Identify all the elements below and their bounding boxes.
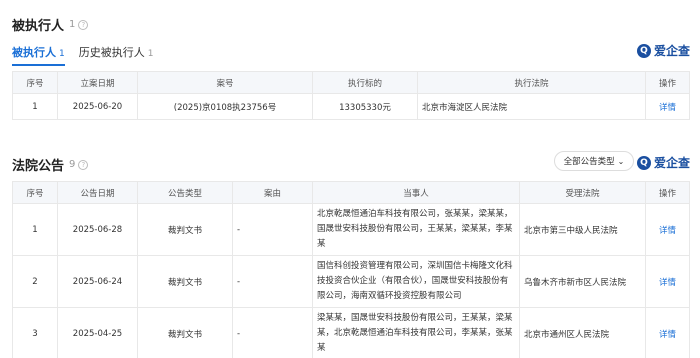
case-number: (2025)京0108执23756号: [137, 93, 313, 120]
col-header: 案由: [232, 181, 313, 204]
notices-section-title: 法院公告 9 ?: [12, 155, 89, 174]
notice-type: 裁判文书: [137, 307, 233, 358]
help-icon[interactable]: ?: [78, 19, 89, 30]
notice-type: 裁判文书: [137, 203, 233, 256]
row-number: 1: [12, 93, 58, 120]
filing-date: 2025-06-20: [57, 93, 138, 120]
table-header-row: 序号 公告日期 公告类型 案由 当事人 受理法院 操作: [12, 181, 690, 204]
parties: 梁某某，国晟世安科技股份有限公司，王某某，梁某某，北京乾晟恒通泊车科技有限公司，…: [312, 307, 520, 358]
table-row: 1 2025-06-28 裁判文书 - 北京乾晟恒通泊车科技有限公司，张某某，梁…: [12, 203, 690, 256]
col-header: 公告日期: [57, 181, 138, 204]
col-header: 操作: [645, 71, 690, 94]
dropdown-value: 全部公告类型: [563, 157, 615, 167]
col-header: 公告类型: [137, 181, 233, 204]
executed-count: 1: [69, 19, 76, 30]
col-header: 立案日期: [57, 71, 138, 94]
tab-count: 1: [147, 49, 154, 59]
notice-date: 2025-06-24: [57, 255, 138, 308]
logo-text: 爱企查: [653, 156, 690, 170]
tab-executed[interactable]: 被执行人 1: [12, 44, 65, 66]
table-header-row: 序号 立案日期 案号 执行标的 执行法院 操作: [12, 71, 690, 94]
tab-label: 历史被执行人: [78, 46, 145, 59]
details-link[interactable]: 详情: [645, 307, 690, 358]
executed-section-title: 被执行人 1 ?: [12, 15, 89, 34]
details-link[interactable]: 详情: [645, 203, 690, 256]
tab-label: 被执行人: [12, 46, 56, 59]
col-header: 序号: [12, 71, 58, 94]
table-row: 1 2025-06-20 (2025)京0108执23756号 13305330…: [12, 93, 690, 120]
aiqicha-logo: Q 爱企查: [636, 154, 690, 171]
aiqicha-logo: Q 爱企查: [636, 42, 690, 59]
col-header: 操作: [645, 181, 690, 204]
aiqicha-logo-icon: Q: [636, 43, 651, 58]
col-header: 执行法院: [417, 71, 646, 94]
notice-date: 2025-04-25: [57, 307, 138, 358]
col-header: 序号: [12, 181, 58, 204]
notices-title: 法院公告: [12, 159, 65, 174]
execution-amount: 13305330元: [312, 93, 418, 120]
col-header: 执行标的: [312, 71, 418, 94]
logo-text: 爱企查: [653, 44, 690, 58]
help-icon[interactable]: ?: [78, 159, 89, 170]
parties: 北京乾晟恒通泊车科技有限公司，张某某，梁某某，国晟世安科技股份有限公司，王某某，…: [312, 203, 520, 256]
details-link[interactable]: 详情: [645, 255, 690, 308]
chevron-down-icon: ⌄: [617, 156, 625, 166]
accepting-court: 乌鲁木齐市新市区人民法院: [519, 255, 646, 308]
notice-date: 2025-06-28: [57, 203, 138, 256]
row-number: 1: [12, 203, 58, 256]
case-cause: -: [232, 307, 313, 358]
aiqicha-logo-icon: Q: [636, 155, 651, 170]
row-number: 2: [12, 255, 58, 308]
accepting-court: 北京市通州区人民法院: [519, 307, 646, 358]
execution-court: 北京市海淀区人民法院: [417, 93, 646, 120]
tab-count: 1: [59, 49, 65, 59]
notice-type-dropdown[interactable]: 全部公告类型 ⌄: [554, 151, 634, 171]
notices-count: 9: [69, 159, 76, 170]
accepting-court: 北京市第三中级人民法院: [519, 203, 646, 256]
executed-title: 被执行人: [12, 19, 65, 34]
notice-type: 裁判文书: [137, 255, 233, 308]
row-number: 3: [12, 307, 58, 358]
case-cause: -: [232, 203, 313, 256]
table-row: 3 2025-04-25 裁判文书 - 梁某某，国晟世安科技股份有限公司，王某某…: [12, 307, 690, 358]
table-row: 2 2025-06-24 裁判文书 - 国信科创投资管理有限公司，深圳国信卡梅隆…: [12, 255, 690, 308]
col-header: 当事人: [312, 181, 520, 204]
case-cause: -: [232, 255, 313, 308]
executed-table: 序号 立案日期 案号 执行标的 执行法院 操作 1 2025-06-20 (20…: [12, 71, 690, 120]
notices-table: 序号 公告日期 公告类型 案由 当事人 受理法院 操作 1 2025-06-28…: [12, 181, 690, 358]
tab-history-executed[interactable]: 历史被执行人 1: [79, 44, 154, 66]
executed-tabs: 被执行人 1 历史被执行人 1: [12, 44, 167, 66]
details-link[interactable]: 详情: [645, 93, 690, 120]
col-header: 受理法院: [519, 181, 646, 204]
col-header: 案号: [137, 71, 313, 94]
parties: 国信科创投资管理有限公司，深圳国信卡梅隆文化科技投资合伙企业（有限合伙），国晟世…: [312, 255, 520, 308]
